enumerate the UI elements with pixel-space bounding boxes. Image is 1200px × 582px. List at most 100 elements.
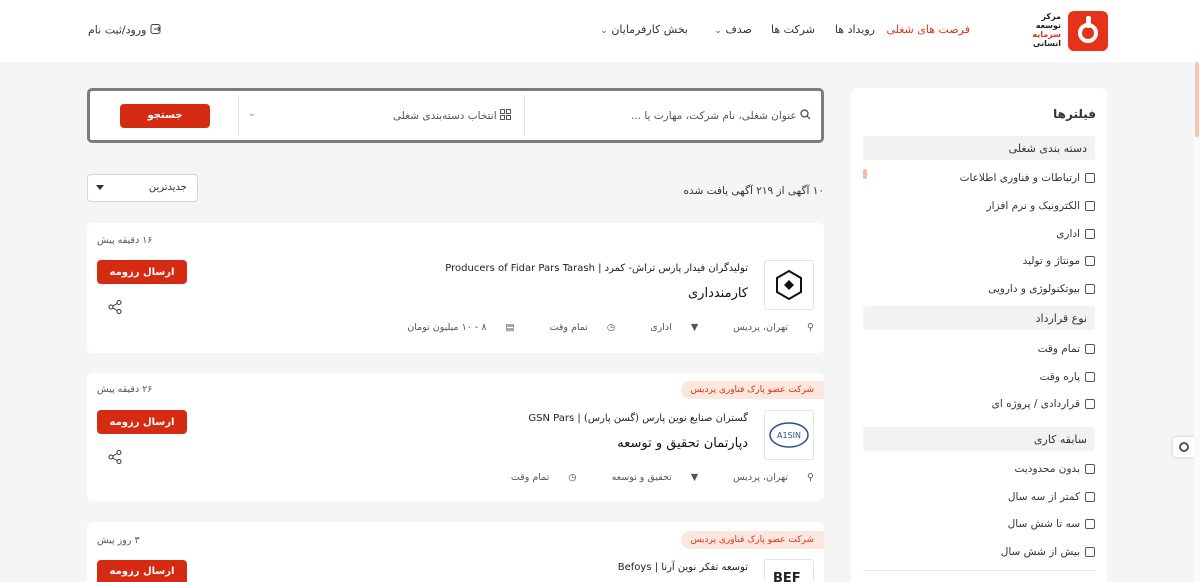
filter-option[interactable]: بدون محدودیت (1015, 463, 1095, 477)
page-scrollbar[interactable] (1194, 62, 1200, 582)
login-label: ورود/ثبت نام (88, 23, 147, 37)
posted-time: ۲۶ دقیقه پیش (97, 384, 153, 395)
floating-widget-button[interactable] (1173, 437, 1195, 457)
clock-icon: ◷ (568, 472, 577, 483)
job-card[interactable]: ۱۶ دقیقه پیش تولیدگران فیدار پارس تراش- … (87, 223, 824, 353)
category-select[interactable]: انتخاب دسته‌بندی شغلی (393, 109, 511, 123)
caret-down-icon (96, 185, 104, 190)
clock-icon: ◷ (606, 322, 616, 333)
type-item: ◷ تمام وقت (495, 472, 577, 483)
company-name[interactable]: گستران صنایع نوین پارس (گسن پارس) | GSN … (528, 413, 748, 424)
section-title: سابقه کاری (1033, 433, 1087, 446)
filter-option[interactable]: بیوتکنولوژی و دارویی (988, 283, 1095, 297)
nav-events[interactable]: رویداد ها (835, 23, 875, 36)
divider (238, 95, 239, 136)
option-label: تمام وقت (1037, 343, 1080, 355)
filter-option[interactable]: الکترونیک و نرم افزار (987, 200, 1095, 214)
circle-icon (1179, 442, 1189, 452)
location-item: ⚲ تهران، پردیس (717, 472, 814, 483)
filter-option[interactable]: قراردادی / پروژه ای (992, 398, 1095, 412)
checkbox[interactable] (1085, 173, 1095, 183)
checkbox[interactable] (1085, 547, 1095, 557)
checkbox[interactable] (1085, 201, 1095, 211)
checkbox[interactable] (1085, 372, 1095, 382)
top-header: مرکز توسعه سرمایه انسانی فرصت های شغلی ر… (0, 0, 1200, 62)
job-category: تحقیق و توسعه (611, 472, 672, 483)
send-resume-button[interactable]: ارسال رزومه (97, 260, 187, 284)
company-logo[interactable]: BEF (764, 559, 814, 582)
brand-logo-text: مرکز توسعه سرمایه انسانی (1032, 12, 1061, 48)
filter-option[interactable]: بیش از شش سال (1001, 546, 1095, 560)
checkbox[interactable] (1085, 464, 1095, 474)
filter-option[interactable]: مونتاژ و تولید (1023, 255, 1095, 269)
checkbox[interactable] (1085, 256, 1095, 266)
section-title: دسته بندی شغلی (1008, 142, 1087, 155)
filter-option[interactable]: اداری (1056, 228, 1095, 242)
job-meta: ⚲ تهران، پردیس ▼ اداری ◷ تمام وقت ▤ ۸ - … (375, 322, 814, 333)
job-category: اداری (650, 322, 672, 333)
checkbox[interactable] (1085, 519, 1095, 529)
option-label: کمتر از سه سال (1007, 491, 1080, 503)
send-resume-button[interactable]: ارسال رزومه (97, 410, 187, 434)
filter-section-contract[interactable]: نوع قرارداد (863, 306, 1095, 330)
search-button[interactable]: جستجو (120, 104, 210, 128)
nav-companies[interactable]: شرکت ها (771, 23, 815, 36)
nav-employers[interactable]: بخش کارفرمایان ⌄ (600, 23, 688, 36)
job-salary: ۸ - ۱۰ میلیون تومان (407, 322, 487, 333)
filter-option[interactable]: تمام وقت (1038, 343, 1095, 357)
filter-option[interactable]: پاره وقت (1040, 371, 1095, 385)
job-type: تمام وقت (510, 472, 550, 483)
checkbox[interactable] (1085, 399, 1095, 409)
company-logo[interactable]: A1SIN (764, 410, 814, 460)
company-name[interactable]: تولیدگران فیدار پارس تراش- کمرد | Produc… (445, 263, 748, 274)
tag-icon: ▼ (690, 472, 699, 483)
nav-sadaf[interactable]: صدف ⌄ (714, 23, 752, 36)
job-title[interactable]: دپارتمان تحقیق و توسعه (617, 436, 748, 451)
option-label: مونتاژ و تولید (1022, 255, 1080, 267)
nav-sadaf-label: صدف (725, 23, 752, 36)
filter-option[interactable]: سه تا شش سال (1008, 518, 1095, 532)
search-bar: عنوان شغلی، نام شرکت، مهارت یا ... انتخا… (87, 88, 824, 143)
send-resume-button[interactable]: ارسال رزومه (97, 560, 187, 582)
logo-text: BEF (773, 571, 801, 582)
option-label: سه تا شش سال (1007, 518, 1080, 530)
location-pin-icon: ⚲ (807, 322, 814, 333)
checkbox[interactable] (1085, 284, 1095, 294)
job-title[interactable]: کارمندداری (688, 286, 748, 301)
search-input[interactable]: عنوان شغلی، نام شرکت، مهارت یا ... (631, 109, 811, 123)
option-label: بدون محدودیت (1014, 463, 1080, 475)
login-button[interactable]: ورود/ثبت نام (88, 23, 162, 38)
job-card[interactable]: ۳ روز پیش شرکت عضو پارک فناوری پردیس BEF… (87, 522, 824, 582)
option-label: بیوتکنولوژی و دارویی (988, 283, 1080, 295)
checkbox[interactable] (1085, 492, 1095, 502)
job-type: تمام وقت (549, 322, 588, 333)
brand-logo-icon[interactable] (1068, 11, 1108, 51)
company-name[interactable]: توسعه تفکر نوین آرنا | Befoys (618, 562, 748, 573)
divider (524, 95, 525, 136)
company-logo[interactable] (764, 260, 814, 310)
scrollbar-thumb[interactable] (1195, 62, 1199, 137)
filter-option[interactable]: کمتر از سه سال (1008, 491, 1095, 505)
category-placeholder: انتخاب دسته‌بندی شغلی (392, 110, 497, 122)
job-location: تهران، پردیس (733, 472, 788, 483)
job-card[interactable]: ۲۶ دقیقه پیش شرکت عضو پارک فناوری پردیس … (87, 373, 824, 501)
filter-option[interactable]: ارتباطات و فناوری اطلاعات (960, 172, 1095, 186)
share-icon[interactable] (108, 300, 122, 314)
sort-select[interactable]: جدیدترین (87, 174, 198, 202)
filters-sidebar: فیلترها دسته بندی شغلی ارتباطات و فناوری… (851, 88, 1107, 582)
results-count: ۱۰ آگهی از ۲۱۹ آگهی یافت شده (683, 185, 824, 197)
section-title: نوع قرارداد (1035, 312, 1087, 325)
filter-section-category[interactable]: دسته بندی شغلی (863, 136, 1095, 160)
job-location: تهران، پردیس (733, 322, 788, 333)
posted-time: ۳ روز پیش (97, 535, 140, 546)
share-icon[interactable] (108, 450, 122, 464)
location-item: ⚲ تهران، پردیس (717, 322, 814, 333)
nav-jobs[interactable]: فرصت های شغلی (886, 23, 970, 36)
filter-section-experience[interactable]: سابقه کاری (863, 427, 1095, 451)
option-label: اداری (1056, 228, 1080, 240)
checkbox[interactable] (1085, 229, 1095, 239)
filter-scroll-indicator (863, 169, 867, 179)
checkbox[interactable] (1085, 344, 1095, 354)
nav-employers-label: بخش کارفرمایان (611, 23, 688, 36)
option-label: بیش از شش سال (1000, 546, 1080, 558)
